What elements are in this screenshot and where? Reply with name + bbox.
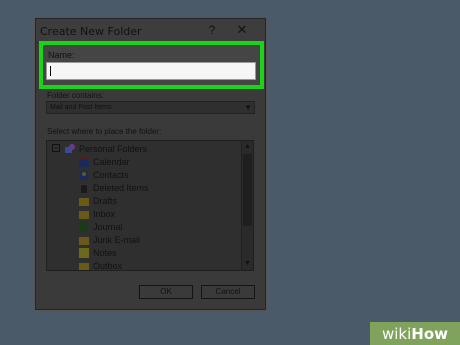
inbox-icon <box>79 211 89 219</box>
folder-tree[interactable]: − Personal Folders Calendar Contacts Del… <box>46 140 254 271</box>
tree-item-label: Journal <box>93 222 123 232</box>
journal-icon <box>80 222 88 232</box>
folder-contains-select[interactable]: Mail and Post Items ▼ <box>46 101 255 114</box>
tree-item-label: Deleted Items <box>93 183 149 193</box>
tree-item-label: Drafts <box>93 196 118 206</box>
tree-item-deleted-items[interactable]: Deleted Items <box>79 182 149 194</box>
junk-email-icon <box>79 237 89 245</box>
dialog-titlebar: Create New Folder ? ✕ <box>36 19 265 43</box>
tree-item-label: Junk E-mail <box>93 235 141 245</box>
name-label: Name: <box>48 50 75 60</box>
drafts-icon <box>79 198 89 206</box>
collapse-icon[interactable]: − <box>52 144 60 152</box>
scroll-up-icon[interactable]: ▲ <box>242 141 253 153</box>
tree-item-label: Outbox <box>93 261 123 271</box>
outbox-icon <box>79 263 89 270</box>
tree-item-contacts[interactable]: Contacts <box>79 169 129 181</box>
name-field-highlight: Name: <box>39 41 264 89</box>
dialog-title: Create New Folder <box>40 25 142 38</box>
ok-button[interactable]: OK <box>139 285 193 299</box>
scroll-down-icon[interactable]: ▼ <box>242 258 253 270</box>
place-folder-label: Select where to place the folder: <box>47 127 162 136</box>
watermark-suffix: How <box>411 324 449 343</box>
contacts-icon <box>80 171 88 180</box>
tree-item-label: Contacts <box>93 170 129 180</box>
tree-item-label: Notes <box>93 248 117 258</box>
deleted-items-icon <box>80 184 88 193</box>
tree-item-inbox[interactable]: Inbox <box>79 208 115 220</box>
scroll-thumb[interactable] <box>243 154 252 226</box>
tree-item-label: Personal Folders <box>79 144 148 154</box>
watermark-prefix: wiki <box>382 324 412 343</box>
tree-item-drafts[interactable]: Drafts <box>79 195 117 207</box>
cancel-button[interactable]: Cancel <box>201 285 255 299</box>
tree-item-label: Inbox <box>93 209 116 219</box>
text-caret <box>50 66 51 76</box>
folder-contains-value: Mail and Post Items <box>50 104 112 111</box>
tree-item-outbox[interactable]: Outbox <box>79 260 123 271</box>
close-button[interactable]: ✕ <box>234 22 250 38</box>
tree-scrollbar[interactable]: ▲ ▼ <box>241 141 253 270</box>
tree-item-journal[interactable]: Journal <box>79 221 123 233</box>
name-input[interactable] <box>46 62 256 80</box>
notes-icon <box>79 248 89 258</box>
tree-item-notes[interactable]: Notes <box>79 247 117 259</box>
personal-folders-icon <box>65 144 75 153</box>
folder-contains-label: Folder contains: <box>47 91 104 100</box>
chevron-down-icon: ▼ <box>244 103 252 112</box>
tree-item-junk-email[interactable]: Junk E-mail <box>79 234 140 246</box>
help-button[interactable]: ? <box>204 22 220 38</box>
tree-item-calendar[interactable]: Calendar <box>79 156 130 168</box>
tree-item-personal-folders[interactable]: Personal Folders <box>65 143 147 155</box>
wikihow-watermark: wiki How <box>370 322 460 345</box>
tree-item-label: Calendar <box>93 157 130 167</box>
calendar-icon <box>79 158 89 167</box>
